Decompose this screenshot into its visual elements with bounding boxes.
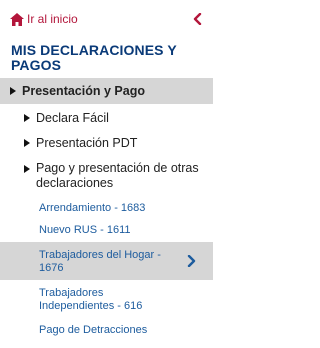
menu-leaf-nuevo-rus[interactable]: Nuevo RUS - 1611 [0,219,213,243]
menu-item-declara-facil[interactable]: Declara Fácil [0,108,213,128]
home-icon [10,12,24,26]
triangle-right-icon [24,139,30,147]
menu-leaf-pago-detracciones[interactable]: Pago de Detracciones [0,321,213,343]
menu-leaf-label: Arrendamiento - 1683 [39,202,146,214]
home-link[interactable]: Ir al inicio [10,12,78,26]
triangle-right-icon [24,165,30,173]
chevron-right-icon [187,255,196,267]
menu-item-label: Pago y presentación de otras declaracion… [36,161,199,190]
menu-item-presentacion-y-pago[interactable]: Presentación y Pago [0,78,213,104]
menu-leaf-label: Trabajadores Independientes - 616 [39,287,143,312]
menu-item-label: Presentación PDT [36,136,138,150]
menu-item-label: Declara Fácil [36,111,109,125]
menu-topbar: Ir al inicio [0,0,213,36]
section-title: MIS DECLARACIONES Y PAGOS [11,42,177,73]
chevron-left-icon[interactable] [192,13,202,25]
menu-item-presentacion-pdt[interactable]: Presentación PDT [0,133,213,153]
menu-leaf-arrendamiento[interactable]: Arrendamiento - 1683 [0,196,213,220]
menu-leaf-label: Nuevo RUS - 1611 [39,224,131,236]
triangle-right-icon [10,87,16,95]
menu-leaf-label: Pago de Detracciones [39,324,148,336]
menu-item-label: Presentación y Pago [22,84,145,98]
declarations-menu: Ir al inicio MIS DECLARACIONES Y PAGOS P… [0,0,213,348]
triangle-right-icon [24,114,30,122]
menu-leaf-trabajadores-hogar[interactable]: Trabajadores del Hogar - 1676 [0,242,213,280]
menu-leaf-label: Trabajadores del Hogar - 1676 [39,249,161,274]
menu-item-pago-otras-declaraciones[interactable]: Pago y presentación de otras declaracion… [0,159,213,193]
home-link-label: Ir al inicio [27,12,78,26]
menu-leaf-trabajadores-independientes[interactable]: Trabajadores Independientes - 616 [0,284,213,320]
